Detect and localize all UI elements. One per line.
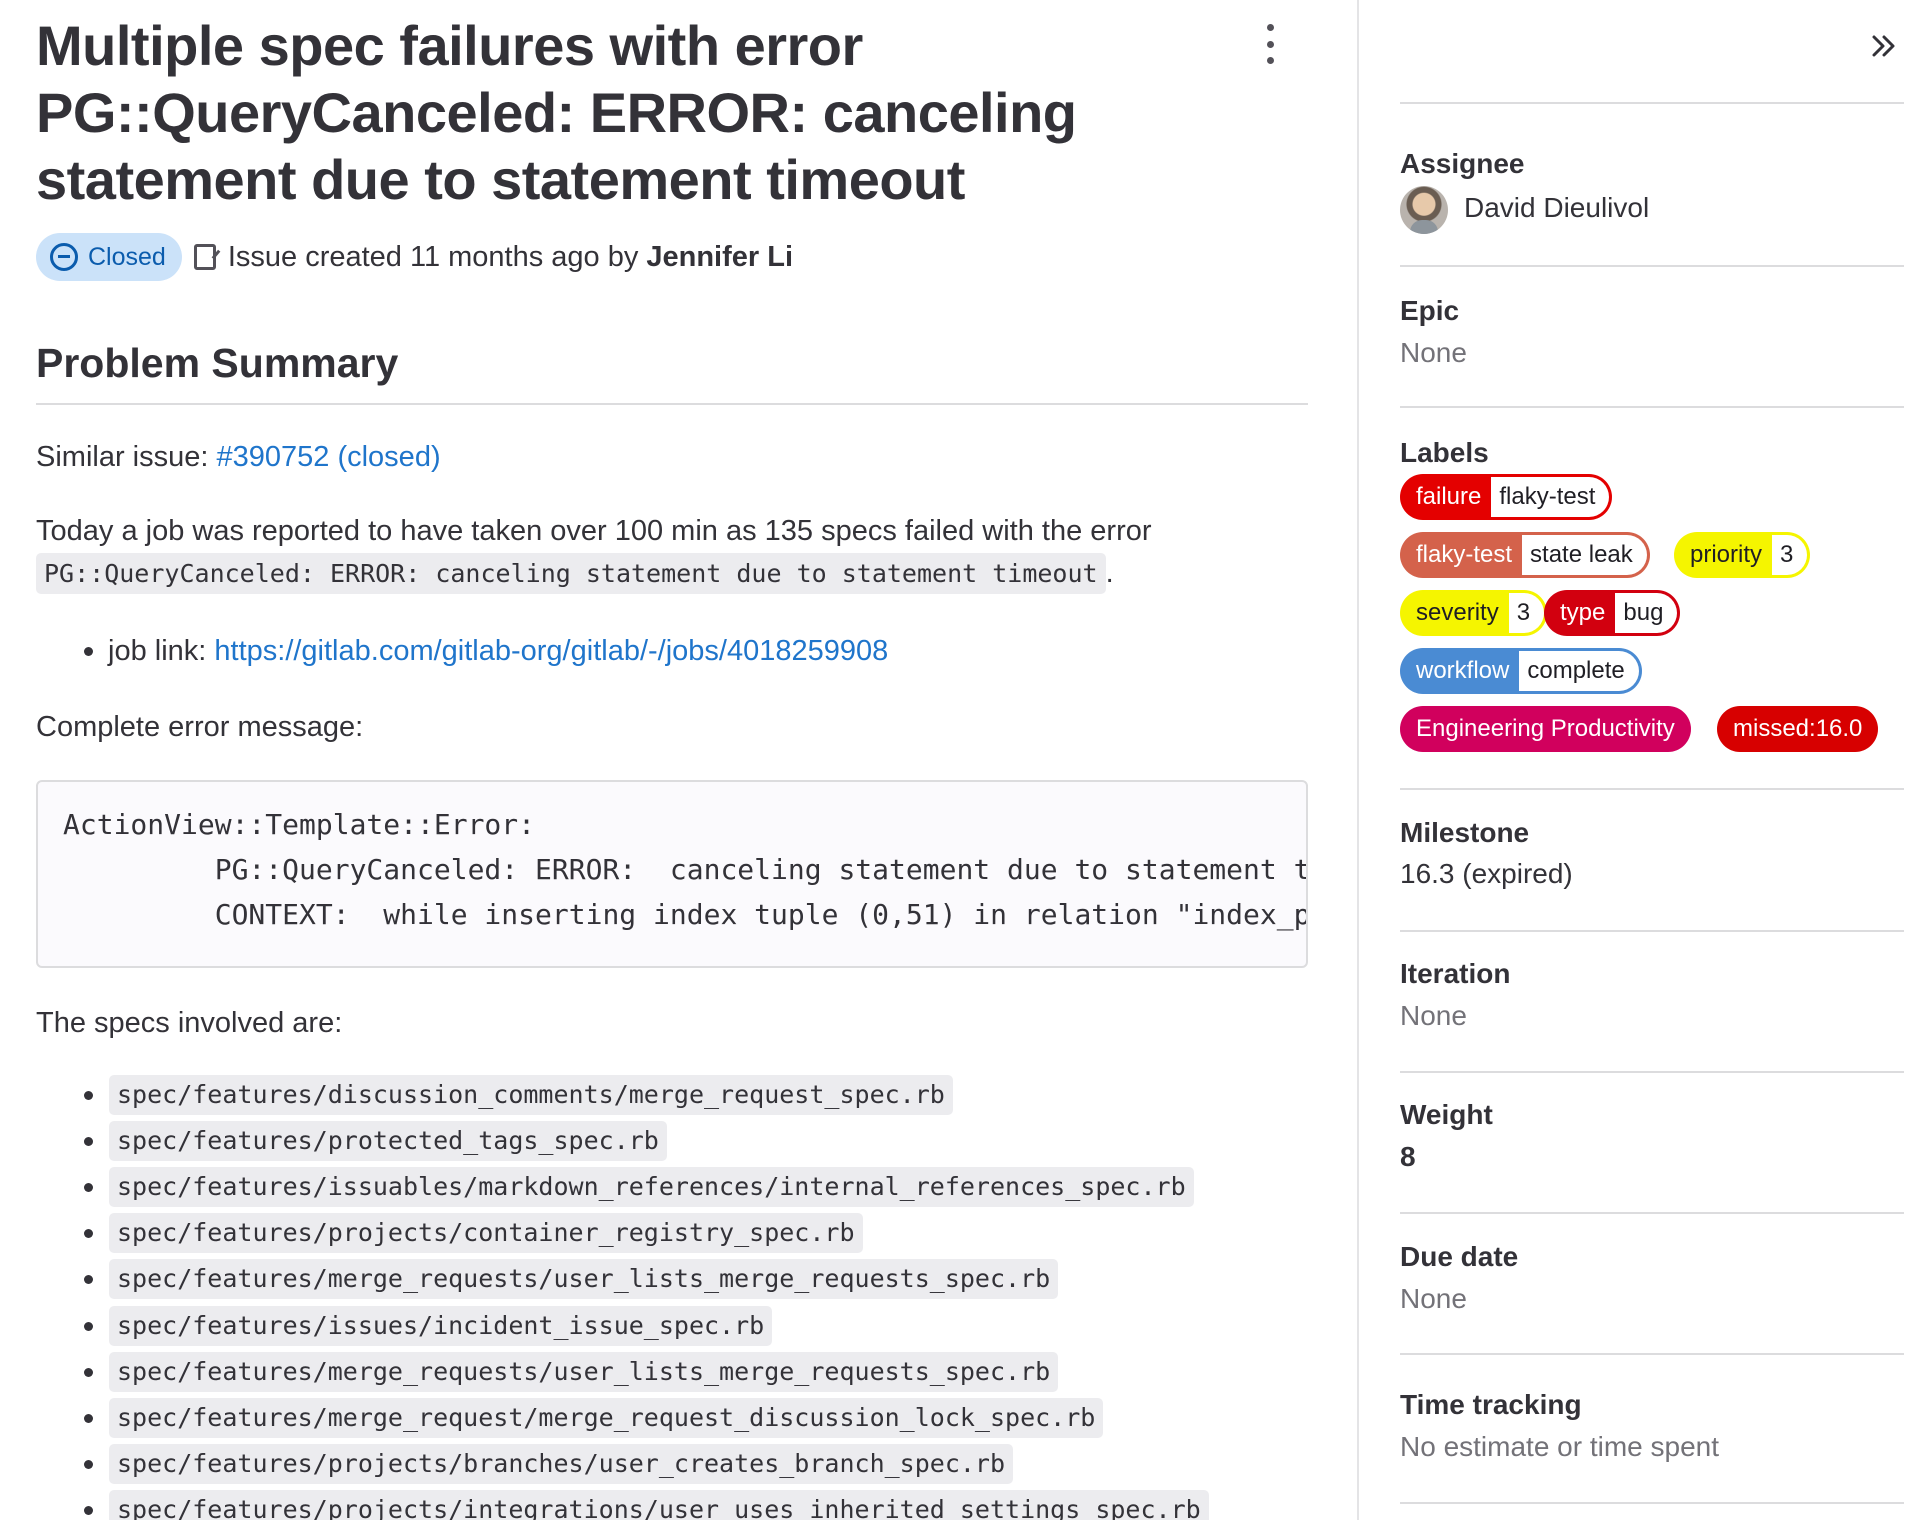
- sidebar-divider-top: [1400, 102, 1904, 104]
- list-bullet: [84, 647, 93, 656]
- label-key: failure: [1416, 483, 1482, 510]
- error-code: ActionView::Template::Error: PG::QueryCa…: [63, 808, 1308, 931]
- error-inline-code: PG::QueryCanceled: ERROR: canceling stat…: [36, 553, 1106, 594]
- author-link[interactable]: Jennifer Li: [646, 241, 793, 274]
- list-bullet: [84, 1506, 93, 1515]
- status-badge: Closed: [36, 233, 182, 281]
- label-workflow[interactable]: workflow complete: [1400, 648, 1642, 694]
- spec-path-code: spec/features/merge_requests/user_lists_…: [109, 1259, 1059, 1299]
- sidebar-divider: [1400, 788, 1904, 790]
- list-bullet: [84, 1322, 93, 1331]
- section-heading: Problem Summary: [36, 340, 399, 386]
- similar-issue-line: Similar issue: #390752 (closed): [36, 437, 441, 477]
- assignee-name[interactable]: David Dieulivol: [1464, 192, 1649, 224]
- more-actions-icon[interactable]: [1260, 24, 1280, 64]
- label-flaky-test[interactable]: flaky-test state leak: [1400, 532, 1650, 578]
- label-key: priority: [1690, 541, 1763, 568]
- avatar[interactable]: [1400, 186, 1448, 234]
- label-value: complete: [1519, 651, 1639, 691]
- due-date-title: Due date: [1400, 1241, 1519, 1272]
- label-key: type: [1560, 599, 1606, 626]
- sidebar-divider: [1400, 1353, 1904, 1355]
- sidebar-divider: [1400, 930, 1904, 932]
- label-value: 3: [1508, 593, 1545, 633]
- list-bullet: [84, 1275, 93, 1284]
- issue-type-icon: [193, 244, 216, 270]
- list-bullet: [84, 1091, 93, 1100]
- milestone-title: Milestone: [1400, 817, 1530, 848]
- intro-text: Today a job was reported to have taken o…: [36, 515, 1152, 547]
- spec-path-code: spec/features/merge_requests/user_lists_…: [109, 1352, 1059, 1392]
- weight-value: 8: [1400, 1141, 1416, 1172]
- sidebar-divider: [1357, 0, 1359, 1520]
- issue-sidebar: Assignee David Dieulivol Epic None Label…: [1400, 0, 1904, 1520]
- label-key: severity: [1416, 599, 1499, 626]
- heading-divider: [36, 403, 1308, 405]
- job-link-label: job link:: [108, 635, 207, 667]
- spec-path-code: spec/features/issues/incident_issue_spec…: [109, 1306, 773, 1346]
- label-missed-16-0[interactable]: missed:16.0: [1717, 706, 1879, 752]
- spec-path-code: spec/features/projects/integrations/user…: [109, 1490, 1209, 1520]
- sidebar-divider: [1400, 1071, 1904, 1073]
- sidebar-divider: [1400, 1212, 1904, 1214]
- epic-value: None: [1400, 337, 1467, 368]
- milestone-value[interactable]: 16.3 (expired): [1400, 858, 1573, 890]
- labels-title: Labels: [1400, 437, 1489, 468]
- iteration-value: None: [1400, 1000, 1467, 1031]
- issue-closed-icon: [50, 243, 78, 271]
- similar-issue-label: Similar issue:: [36, 441, 209, 473]
- issue-main: Multiple spec failures with error PG::Qu…: [36, 0, 1308, 1520]
- label-value: flaky-test: [1491, 477, 1610, 517]
- job-link[interactable]: https://gitlab.com/gitlab-org/gitlab/-/j…: [214, 635, 888, 667]
- epic-title: Epic: [1400, 295, 1460, 326]
- specs-heading: The specs involved are:: [36, 1007, 343, 1039]
- label-value: state leak: [1522, 535, 1647, 575]
- label-type[interactable]: type bug: [1544, 590, 1681, 636]
- label-priority[interactable]: priority 3: [1674, 532, 1811, 578]
- issue-title: Multiple spec failures with error PG::Qu…: [36, 14, 1077, 211]
- sidebar-divider: [1400, 406, 1904, 408]
- sidebar-divider: [1400, 265, 1904, 267]
- label-key: workflow: [1416, 657, 1510, 684]
- error-code-block[interactable]: ActionView::Template::Error: PG::QueryCa…: [36, 780, 1308, 968]
- due-date-value: None: [1400, 1283, 1467, 1314]
- label-value: 3: [1772, 535, 1808, 575]
- list-bullet: [84, 1137, 93, 1146]
- label-engineering-productivity[interactable]: Engineering Productivity: [1400, 706, 1691, 752]
- label-key: flaky-test: [1416, 541, 1513, 568]
- list-bullet: [84, 1414, 93, 1423]
- intro-code-line: PG::QueryCanceled: ERROR: canceling stat…: [36, 553, 1114, 594]
- label-value: bug: [1615, 593, 1678, 633]
- spec-path-code: spec/features/issuables/markdown_referen…: [109, 1167, 1194, 1207]
- list-bullet: [84, 1183, 93, 1192]
- iteration-title: Iteration: [1400, 958, 1511, 989]
- collapse-sidebar-icon[interactable]: [1866, 28, 1902, 64]
- similar-issue-link[interactable]: #390752 (closed): [217, 441, 441, 473]
- spec-path-code: spec/features/projects/branches/user_cre…: [109, 1444, 1014, 1484]
- error-message-heading: Complete error message:: [36, 711, 364, 743]
- issue-meta: Closed Issue created 11 months ago by Je…: [36, 233, 793, 281]
- list-bullet: [84, 1368, 93, 1377]
- label-severity[interactable]: severity 3: [1400, 590, 1548, 636]
- weight-title: Weight: [1400, 1099, 1493, 1130]
- sidebar-divider: [1400, 1502, 1904, 1504]
- created-text: Issue created 11 months ago by: [227, 240, 639, 273]
- spec-path-code: spec/features/protected_tags_spec.rb: [109, 1121, 667, 1161]
- spec-path-code: spec/features/discussion_comments/merge_…: [109, 1075, 953, 1115]
- time-tracking-title: Time tracking: [1400, 1389, 1582, 1420]
- list-bullet: [84, 1460, 93, 1469]
- spec-path-code: spec/features/merge_request/merge_reques…: [109, 1398, 1104, 1438]
- label-failure[interactable]: failure flaky-test: [1400, 474, 1613, 520]
- spec-path-code: spec/features/projects/container_registr…: [109, 1213, 863, 1253]
- list-bullet: [84, 1229, 93, 1238]
- job-link-line: job link: https://gitlab.com/gitlab-org/…: [108, 631, 888, 671]
- time-tracking-value: No estimate or time spent: [1400, 1431, 1720, 1462]
- intro-end: .: [1105, 557, 1114, 589]
- assignee-title: Assignee: [1400, 148, 1525, 179]
- status-label: Closed: [88, 242, 166, 271]
